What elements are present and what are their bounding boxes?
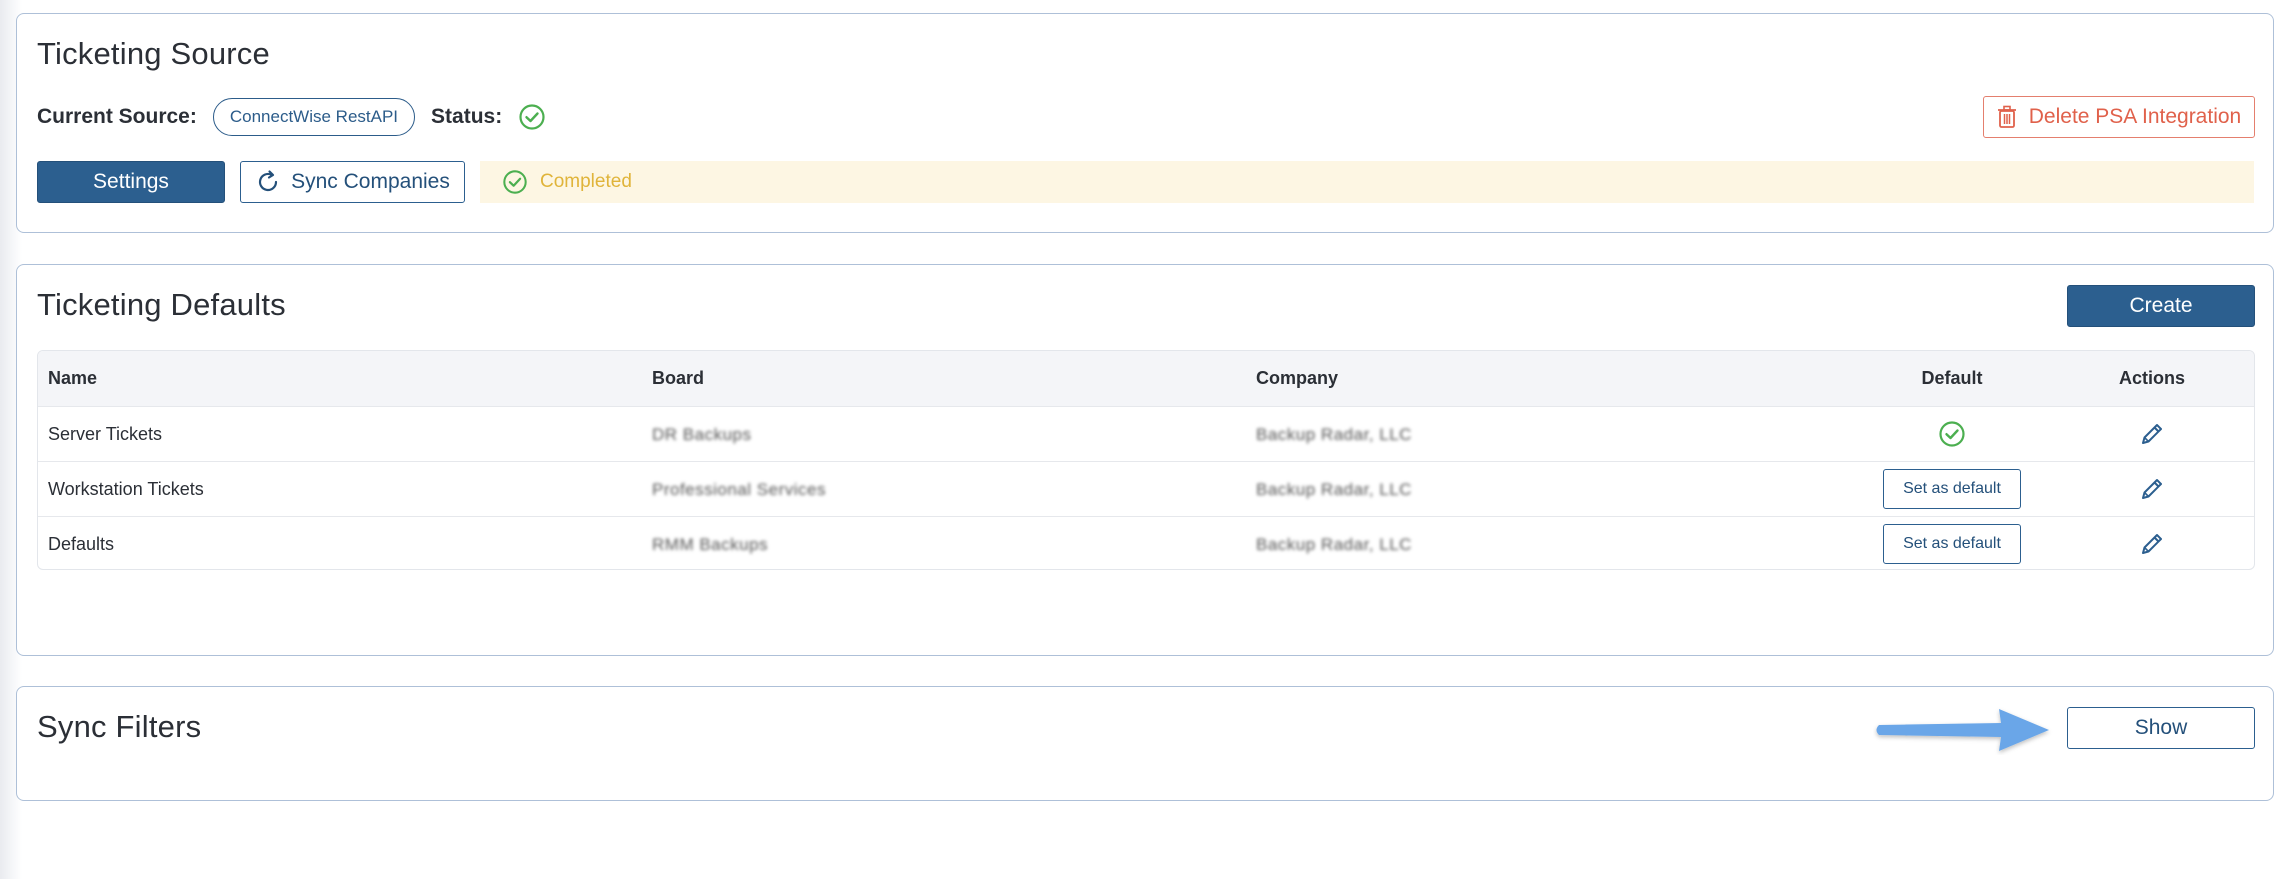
column-header-board[interactable]: Board xyxy=(642,368,1246,389)
row-board: RMM Backups xyxy=(652,534,769,554)
sync-filters-title: Sync Filters xyxy=(37,709,202,744)
table-header: Name Board Company Default Actions xyxy=(38,351,2254,406)
current-source-pill: ConnectWise RestAPI xyxy=(212,98,416,136)
trash-icon xyxy=(1997,105,2016,128)
check-circle-icon xyxy=(503,170,527,194)
delete-psa-integration-button[interactable]: Delete PSA Integration xyxy=(1983,96,2255,138)
current-source-row: Current Source: ConnectWise RestAPI Stat… xyxy=(37,96,546,138)
create-button[interactable]: Create xyxy=(2067,285,2255,327)
row-name: Server Tickets xyxy=(48,423,163,444)
column-header-default: Default xyxy=(1921,368,1983,388)
delete-psa-integration-label: Delete PSA Integration xyxy=(2028,105,2242,128)
sync-companies-button[interactable]: Sync Companies xyxy=(240,161,465,203)
current-source-label: Current Source: xyxy=(37,105,197,128)
check-circle-icon xyxy=(1939,421,1965,447)
column-header-company[interactable]: Company xyxy=(1246,368,1852,389)
column-header-actions: Actions xyxy=(2118,368,2185,388)
row-company: Backup Radar, LLC xyxy=(1256,534,1412,554)
ticketing-defaults-table: Name Board Company Default Actions Serve… xyxy=(37,350,2255,570)
ticketing-source-panel: Ticketing Source Current Source: Connect… xyxy=(16,13,2274,233)
ticketing-source-title: Ticketing Source xyxy=(37,36,270,71)
edit-pencil-icon[interactable] xyxy=(2138,420,2166,448)
row-board: DR Backups xyxy=(652,424,752,444)
edit-pencil-icon[interactable] xyxy=(2138,475,2166,503)
table-row: Server Tickets DR Backups Backup Radar, … xyxy=(38,406,2254,461)
settings-button[interactable]: Settings xyxy=(37,161,225,203)
set-as-default-button[interactable]: Set as default xyxy=(1883,469,2021,509)
show-button[interactable]: Show xyxy=(2067,707,2255,749)
status-label: Status: xyxy=(431,105,503,128)
table-row: Defaults RMM Backups Backup Radar, LLC S… xyxy=(38,516,2254,569)
refresh-icon xyxy=(259,170,278,192)
ticketing-defaults-panel: Ticketing Defaults Create Name Board Com… xyxy=(16,264,2274,656)
row-name: Defaults xyxy=(48,533,115,554)
sync-status-text: Completed xyxy=(540,171,632,192)
column-header-name[interactable]: Name xyxy=(38,368,642,389)
annotation-arrow-icon xyxy=(1876,709,2049,751)
set-as-default-button[interactable]: Set as default xyxy=(1883,524,2021,564)
row-company: Backup Radar, LLC xyxy=(1256,479,1412,499)
row-name: Workstation Tickets xyxy=(48,478,204,499)
row-board: Professional Services xyxy=(652,479,826,499)
ticketing-defaults-title: Ticketing Defaults xyxy=(37,287,286,322)
sync-companies-label: Sync Companies xyxy=(291,170,450,193)
edit-pencil-icon[interactable] xyxy=(2138,530,2166,558)
check-circle-icon xyxy=(519,104,545,130)
sync-status-banner: Completed xyxy=(480,161,2254,203)
row-company: Backup Radar, LLC xyxy=(1256,424,1412,444)
table-row: Workstation Tickets Professional Service… xyxy=(38,461,2254,516)
